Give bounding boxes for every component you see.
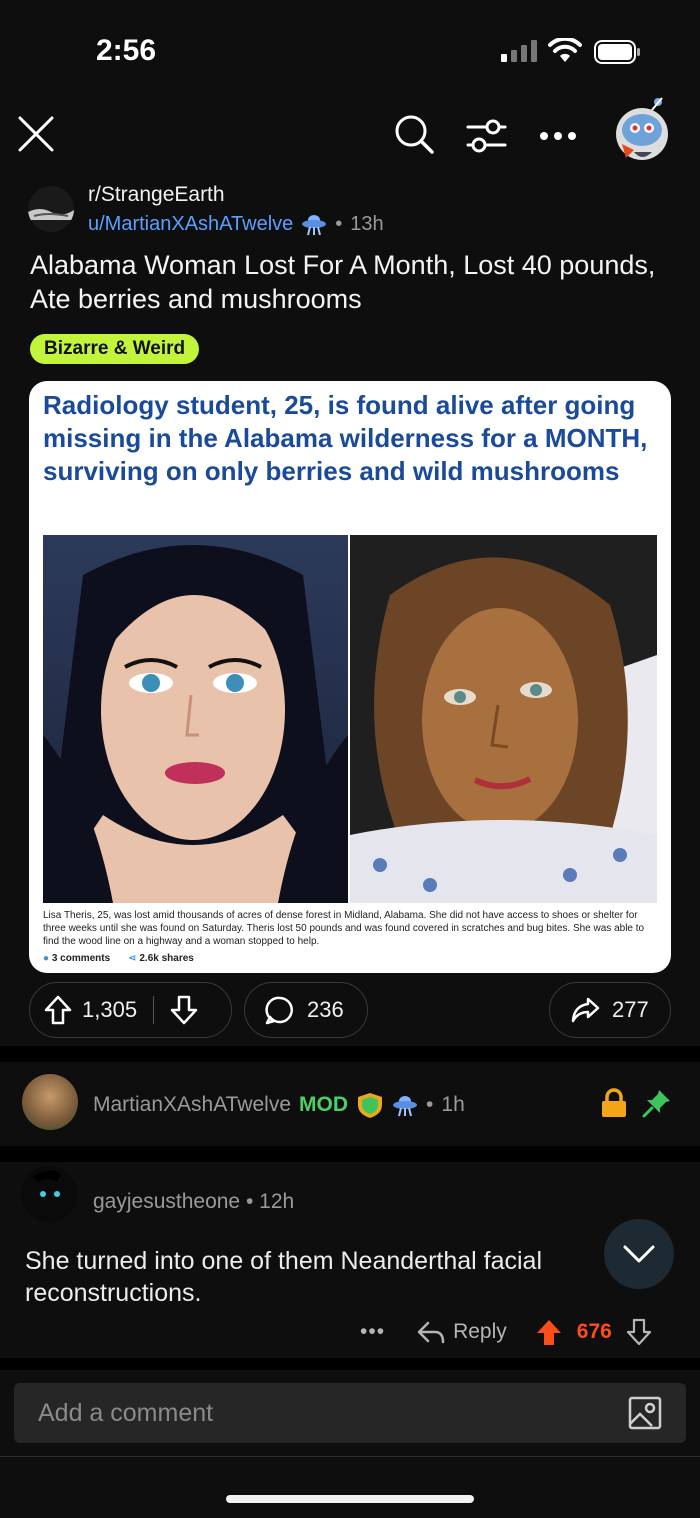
reply-arrow-icon bbox=[417, 1321, 445, 1344]
ufo-badge-icon bbox=[393, 1096, 418, 1117]
chevron-down-icon bbox=[623, 1245, 655, 1263]
search-button[interactable] bbox=[390, 110, 438, 158]
mod-badge: MOD bbox=[299, 1093, 349, 1116]
image-caption: Lisa Theris, 25, was lost amid thousands… bbox=[43, 910, 645, 947]
close-button[interactable] bbox=[14, 112, 58, 156]
search-icon bbox=[395, 115, 434, 154]
comment-score: 676 bbox=[576, 1320, 612, 1343]
image-meta: ● 3 comments ⋖ 2.6k shares bbox=[43, 953, 194, 964]
battery-icon bbox=[594, 40, 640, 64]
commenter-avatar[interactable] bbox=[21, 1166, 77, 1222]
bottom-divider bbox=[0, 1456, 700, 1457]
ellipsis-icon bbox=[540, 132, 576, 140]
lock-icon bbox=[602, 1088, 626, 1117]
vote-divider bbox=[153, 996, 155, 1024]
photo-before bbox=[43, 535, 348, 903]
snoo-avatar-icon bbox=[616, 97, 668, 160]
upvote-filled-icon[interactable] bbox=[535, 1318, 563, 1346]
home-indicator bbox=[226, 1495, 474, 1503]
vote-pill: 1,305 bbox=[29, 982, 232, 1038]
upvote-icon[interactable] bbox=[44, 995, 72, 1025]
subreddit-avatar[interactable] bbox=[28, 186, 74, 232]
subreddit-logo-icon bbox=[28, 186, 74, 232]
commenter-username[interactable]: gayjesustheone bbox=[93, 1190, 240, 1213]
comment-composer bbox=[14, 1383, 686, 1443]
dot-separator: • bbox=[245, 1190, 260, 1213]
section-divider bbox=[0, 1146, 700, 1162]
section-divider bbox=[0, 1358, 700, 1370]
image-shares-meta: 2.6k shares bbox=[139, 953, 194, 964]
subreddit-name[interactable]: r/StrangeEarth bbox=[88, 183, 225, 207]
comment-body: She turned into one of them Neanderthal … bbox=[25, 1247, 543, 1307]
cellular-signal-icon bbox=[501, 40, 537, 62]
comment-header: gayjesustheone • 12h bbox=[93, 1190, 294, 1214]
comments-button[interactable]: 236 bbox=[244, 982, 368, 1038]
upvote-count: 1,305 bbox=[82, 997, 138, 1022]
next-comment-button[interactable] bbox=[604, 1219, 674, 1289]
mod-comment-header: MartianXAshATwelve MOD • 1h bbox=[93, 1091, 465, 1119]
mod-username[interactable]: MartianXAshATwelve bbox=[93, 1093, 291, 1117]
mod-avatar[interactable] bbox=[22, 1074, 78, 1130]
filter-button[interactable] bbox=[462, 112, 510, 160]
image-upload-icon[interactable] bbox=[628, 1396, 662, 1430]
image-headline: Radiology student, 25, is found alive af… bbox=[43, 390, 648, 486]
reply-label: Reply bbox=[453, 1320, 507, 1343]
wifi-icon bbox=[548, 38, 582, 62]
share-count: 277 bbox=[612, 997, 649, 1022]
post-image[interactable]: Radiology student, 25, is found alive af… bbox=[29, 381, 671, 973]
shield-badge-icon bbox=[358, 1093, 383, 1118]
user-avatar-button[interactable] bbox=[612, 96, 672, 166]
post-author-line: u/MartianXAshATwelve • 13h bbox=[88, 212, 384, 236]
share-arrow-icon bbox=[571, 997, 600, 1023]
comment-age: 12h bbox=[259, 1190, 295, 1213]
comment-actions: ••• Reply 676 bbox=[360, 1318, 652, 1346]
reply-button[interactable]: Reply bbox=[417, 1320, 507, 1344]
add-comment-input[interactable] bbox=[38, 1398, 598, 1428]
mod-comment-age: 1h bbox=[441, 1093, 465, 1116]
post-age: 13h bbox=[350, 212, 384, 235]
close-icon bbox=[18, 116, 54, 152]
downvote-icon[interactable] bbox=[626, 1318, 652, 1346]
downvote-icon[interactable] bbox=[170, 995, 198, 1025]
comment-bubble-icon bbox=[265, 996, 293, 1025]
share-button[interactable]: 277 bbox=[549, 982, 671, 1038]
ufo-badge-icon bbox=[302, 215, 327, 236]
image-comments-meta: 3 comments bbox=[51, 953, 111, 964]
post-author[interactable]: u/MartianXAshATwelve bbox=[88, 213, 293, 236]
post-title: Alabama Woman Lost For A Month, Lost 40 … bbox=[30, 250, 656, 314]
comment-more-button[interactable]: ••• bbox=[360, 1320, 385, 1344]
more-options-button[interactable] bbox=[534, 112, 582, 160]
dot-separator: • bbox=[335, 212, 343, 235]
snoo-avatar-icon bbox=[21, 1166, 77, 1222]
sliders-icon bbox=[466, 119, 507, 153]
photo-after bbox=[350, 535, 657, 903]
comments-count: 236 bbox=[307, 997, 344, 1022]
dot-separator: • bbox=[426, 1093, 434, 1116]
post-flair[interactable]: Bizarre & Weird bbox=[30, 334, 200, 364]
pin-icon bbox=[642, 1090, 670, 1118]
section-divider bbox=[0, 1046, 700, 1062]
status-time: 2:56 bbox=[96, 34, 157, 67]
